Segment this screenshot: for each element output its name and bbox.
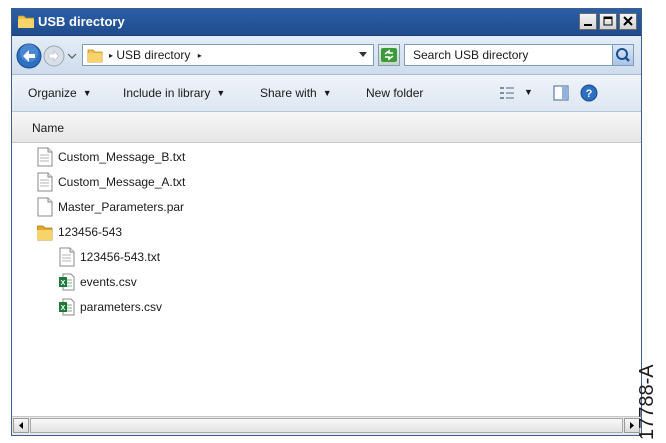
file-name: parameters.csv [80,300,163,314]
scroll-left-arrow-icon [19,422,23,429]
list-item[interactable]: 123456-543 [37,221,122,243]
text-file-icon [37,147,53,167]
address-history-dropdown-icon[interactable] [359,52,367,58]
svg-text:X: X [61,280,66,287]
dropdown-arrow-icon: ▼ [82,88,92,98]
file-name: 123456-543.txt [80,250,161,264]
breadcrumb[interactable]: ▸ USB directory ▸ [109,48,202,62]
folder-icon [37,225,53,241]
new-folder-button[interactable]: New folder [366,86,423,100]
text-file-icon [37,172,53,192]
horizontal-scrollbar[interactable] [12,416,641,435]
refresh-icon [381,48,397,62]
minimize-button[interactable] [579,13,597,30]
text-file-icon [59,247,75,267]
svg-text:X: X [61,305,66,312]
organize-menu[interactable]: Organize ▼ [28,86,92,100]
forward-arrow-icon[interactable] [43,45,65,67]
breadcrumb-separator-icon[interactable]: ▸ [198,51,202,60]
breadcrumb-current[interactable]: USB directory [116,48,190,62]
navigation-bar: ▸ USB directory ▸ Search USB directory [12,36,641,75]
help-icon[interactable]: ? [580,84,598,102]
close-icon [623,16,633,26]
file-name: events.csv [80,275,137,289]
blank-file-icon [37,197,53,217]
dropdown-arrow-icon: ▼ [216,88,226,98]
search-input[interactable]: Search USB directory [404,44,634,66]
maximize-icon [603,16,613,26]
list-item[interactable]: Custom_Message_B.txt [37,146,185,168]
folder-name: 123456-543 [58,225,123,239]
close-button[interactable] [619,13,637,30]
command-bar: Organize ▼ Include in library ▼ Share with… [12,75,641,112]
scrollbar-thumb[interactable] [30,418,623,433]
list-item[interactable]: X events.csv [59,271,137,293]
dropdown-arrow-icon: ▼ [322,88,332,98]
view-options-icon[interactable] [498,84,516,102]
include-in-library-label: Include in library [123,86,211,100]
file-name: Custom_Message_B.txt [58,150,186,164]
scroll-left-button[interactable] [13,418,29,433]
title-bar[interactable]: USB directory [12,9,641,36]
excel-csv-icon: X [59,298,75,316]
share-with-label: Share with [260,86,317,100]
list-item[interactable]: X parameters.csv [59,296,162,318]
file-name: Custom_Message_A.txt [58,175,186,189]
preview-pane-icon[interactable] [552,84,570,102]
folder-icon [87,49,103,63]
svg-text:?: ? [586,88,593,100]
folder-icon [18,15,34,28]
share-with-menu[interactable]: Share with ▼ [260,86,332,100]
file-list: Custom_Message_B.txt Custom_Message_A.tx… [12,143,641,417]
list-item[interactable]: 123456-543.txt [59,246,160,268]
excel-csv-icon: X [59,273,75,291]
column-header: Name [12,112,641,143]
refresh-button[interactable] [378,44,400,66]
window-title: USB directory [38,14,125,29]
figure-label: 17788-A [636,364,658,440]
name-column-header[interactable]: Name [32,121,64,135]
file-name: Master_Parameters.par [58,200,185,214]
search-button[interactable] [612,44,634,66]
list-item[interactable]: Master_Parameters.par [37,196,184,218]
list-item[interactable]: Custom_Message_A.txt [37,171,185,193]
breadcrumb-separator-icon[interactable]: ▸ [109,51,113,60]
search-placeholder: Search USB directory [413,48,529,62]
minimize-icon [584,24,592,26]
maximize-button[interactable] [599,13,617,30]
organize-label: Organize [28,86,77,100]
explorer-window: USB directory ▸ USB directory ▸ Search U… [11,8,642,436]
back-arrow-icon[interactable] [16,43,42,69]
view-dropdown-arrow-icon[interactable]: ▼ [524,87,533,97]
new-folder-label: New folder [366,86,424,100]
recent-pages-dropdown-icon[interactable] [67,52,77,60]
search-icon [616,48,630,62]
address-bar[interactable]: ▸ USB directory ▸ [82,44,374,66]
caption-buttons [579,13,637,31]
include-in-library-menu[interactable]: Include in library ▼ [123,86,225,100]
